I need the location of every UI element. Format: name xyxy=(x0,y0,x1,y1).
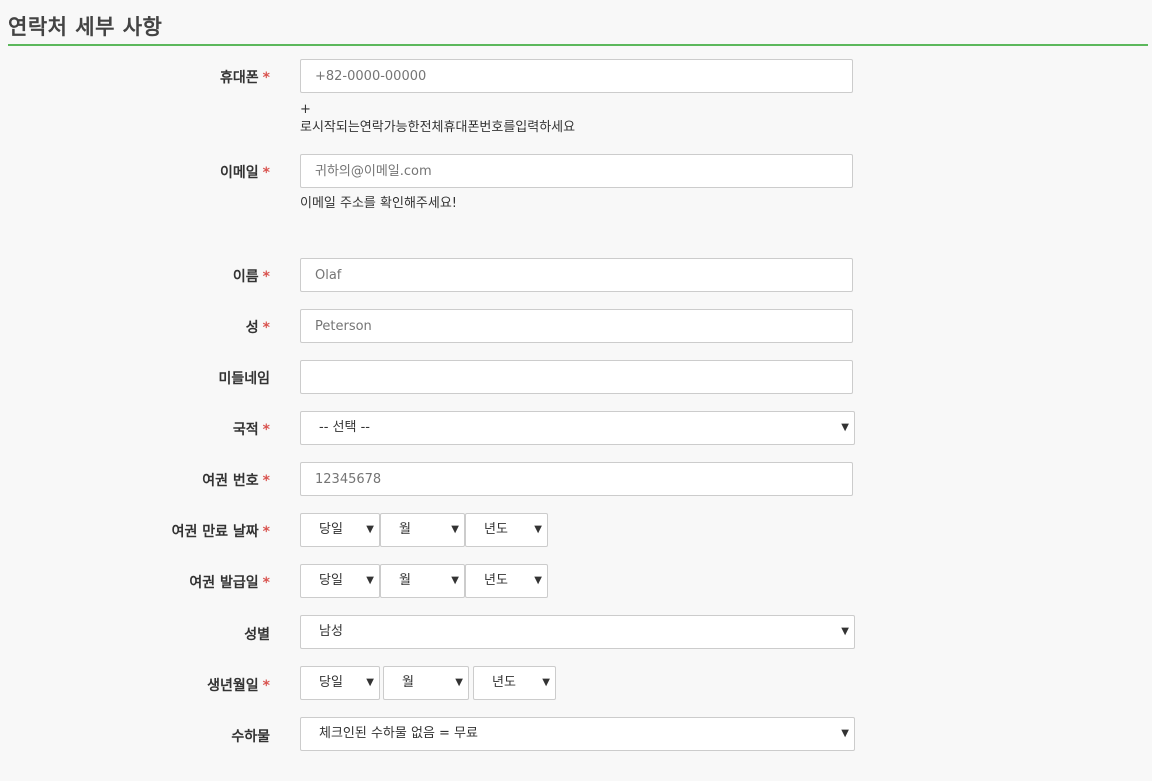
birth-day-select[interactable]: 당일 ▼ xyxy=(300,666,380,700)
passport-number-label: 여권 번호 * xyxy=(202,473,270,489)
chevron-down-icon: ▼ xyxy=(534,524,542,535)
baggage-value: 체크인된 수하물 없음 = 무료 xyxy=(319,726,478,741)
nationality-value: -- 선택 -- xyxy=(319,420,370,435)
birth-year-select[interactable]: 년도 ▼ xyxy=(473,666,556,700)
required-mark: * xyxy=(262,524,270,540)
passport-number-input[interactable] xyxy=(300,462,853,496)
passport-issue-year-select[interactable]: 년도 ▼ xyxy=(465,564,548,598)
chevron-down-icon: ▼ xyxy=(366,524,374,535)
section-divider xyxy=(8,44,1148,46)
day-value: 당일 xyxy=(319,522,343,537)
chevron-down-icon: ▼ xyxy=(841,422,849,433)
first-name-label: 이름 * xyxy=(232,269,270,285)
email-help-text: 이메일 주소를 확인해주세요! xyxy=(300,196,457,211)
required-mark: * xyxy=(262,473,270,489)
mobile-help-text: 로시작되는연락가능한전체휴대폰번호를입력하세요 xyxy=(300,120,576,135)
passport-expiry-year-select[interactable]: 년도 ▼ xyxy=(465,513,548,547)
passport-issue-label: 여권 발급일 * xyxy=(189,575,270,591)
chevron-down-icon: ▼ xyxy=(534,575,542,586)
middle-name-label: 미들네임 xyxy=(218,371,270,387)
chevron-down-icon: ▼ xyxy=(841,626,849,637)
birth-month-select[interactable]: 월 ▼ xyxy=(383,666,469,700)
required-mark: * xyxy=(262,320,270,336)
last-name-input[interactable] xyxy=(300,309,853,343)
chevron-down-icon: ▼ xyxy=(451,575,459,586)
required-mark: * xyxy=(262,165,270,181)
birth-date-label: 생년월일 * xyxy=(207,678,270,694)
chevron-down-icon: ▼ xyxy=(455,677,463,688)
chevron-down-icon: ▼ xyxy=(366,677,374,688)
mobile-input[interactable] xyxy=(300,59,853,93)
passport-expiry-day-select[interactable]: 당일 ▼ xyxy=(300,513,380,547)
chevron-down-icon: ▼ xyxy=(841,728,849,739)
day-value: 당일 xyxy=(319,675,343,690)
month-value: 월 xyxy=(402,675,414,690)
nationality-select[interactable]: -- 선택 -- ▼ xyxy=(300,411,855,445)
chevron-down-icon: ▼ xyxy=(451,524,459,535)
baggage-label: 수하물 xyxy=(231,729,270,745)
day-value: 당일 xyxy=(319,573,343,588)
chevron-down-icon: ▼ xyxy=(366,575,374,586)
month-value: 월 xyxy=(399,522,411,537)
mobile-help-prefix: + xyxy=(300,102,311,117)
year-value: 년도 xyxy=(492,675,516,690)
required-mark: * xyxy=(262,269,270,285)
passport-expiry-month-select[interactable]: 월 ▼ xyxy=(380,513,465,547)
required-mark: * xyxy=(262,422,270,438)
last-name-label: 성 * xyxy=(245,320,270,336)
required-mark: * xyxy=(262,575,270,591)
year-value: 년도 xyxy=(484,573,508,588)
section-title: 연락처 세부 사항 xyxy=(8,15,163,39)
email-label: 이메일 * xyxy=(220,165,270,181)
gender-select[interactable]: 남성 ▼ xyxy=(300,615,855,649)
required-mark: * xyxy=(262,70,270,86)
year-value: 년도 xyxy=(484,522,508,537)
mobile-label: 휴대폰 * xyxy=(220,70,270,86)
passport-issue-month-select[interactable]: 월 ▼ xyxy=(380,564,465,598)
gender-label: 성별 xyxy=(244,627,270,643)
first-name-input[interactable] xyxy=(300,258,853,292)
middle-name-input[interactable] xyxy=(300,360,853,394)
passport-expiry-label: 여권 만료 날짜 * xyxy=(171,524,270,540)
baggage-select[interactable]: 체크인된 수하물 없음 = 무료 ▼ xyxy=(300,717,855,751)
email-input[interactable] xyxy=(300,154,853,188)
gender-value: 남성 xyxy=(319,624,343,639)
chevron-down-icon: ▼ xyxy=(542,677,550,688)
required-mark: * xyxy=(262,678,270,694)
passport-issue-day-select[interactable]: 당일 ▼ xyxy=(300,564,380,598)
nationality-label: 국적 * xyxy=(232,422,270,438)
month-value: 월 xyxy=(399,573,411,588)
